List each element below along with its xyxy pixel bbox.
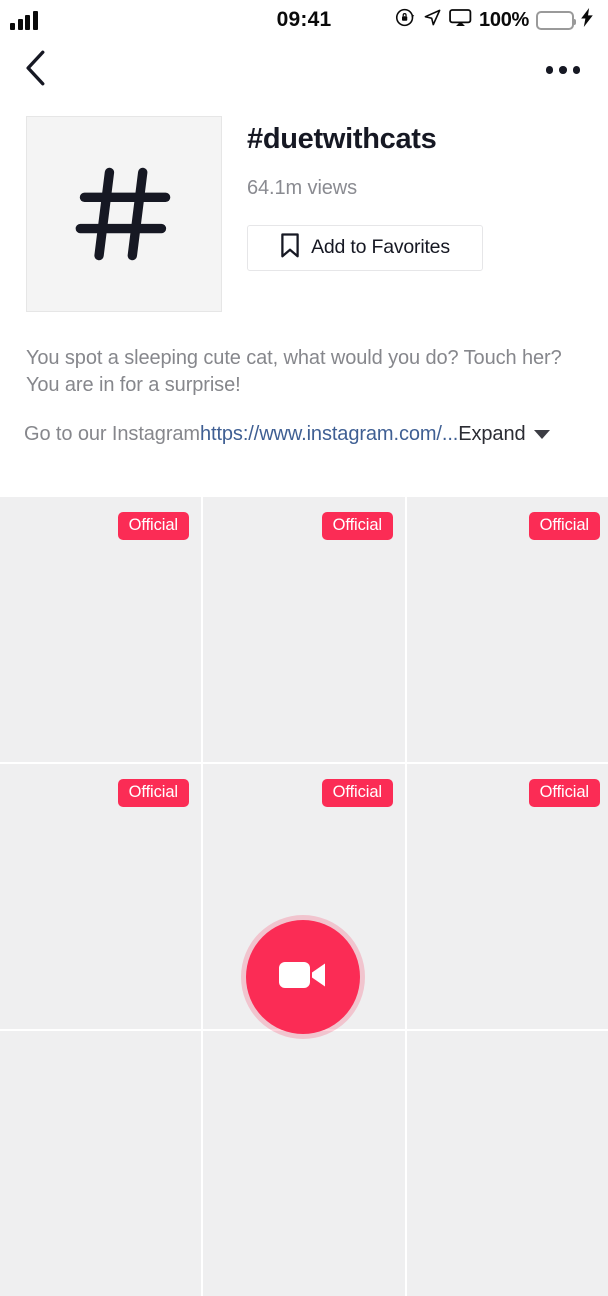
video-cell[interactable] [0, 1031, 201, 1296]
link-prefix-text: Go to our Instagram [24, 423, 200, 445]
status-bar: 09:41 100% [0, 0, 608, 40]
video-cell[interactable]: Official [407, 497, 608, 762]
more-horizontal-icon-dot-1 [545, 66, 553, 74]
video-cell[interactable] [407, 1031, 608, 1296]
video-cell[interactable]: Official [0, 764, 201, 1029]
more-horizontal-icon-dot-3 [572, 66, 580, 74]
official-badge: Official [117, 779, 189, 807]
rotation-lock-icon [395, 7, 416, 33]
official-badge: Official [321, 512, 393, 540]
navigation-bar [0, 40, 608, 100]
video-cell[interactable]: Official [203, 497, 405, 762]
more-horizontal-icon-dot-2 [559, 66, 567, 74]
airplay-screen-icon [449, 8, 472, 33]
back-button[interactable] [24, 50, 54, 91]
expand-button[interactable]: Expand [458, 421, 550, 447]
video-camera-icon [279, 958, 327, 997]
status-bar-right-icons: 100% [395, 7, 594, 33]
record-video-button[interactable] [246, 920, 360, 1034]
official-badge: Official [117, 512, 189, 540]
official-badge: Official [321, 779, 393, 807]
battery-percent-label: 100% [479, 8, 529, 31]
battery-full-icon [536, 10, 576, 30]
signal-bar-2 [17, 19, 23, 30]
instagram-link[interactable]: https://www.instagram.com/... [200, 421, 458, 447]
chevron-left-icon [24, 50, 48, 91]
video-cell[interactable] [203, 1031, 405, 1296]
signal-bar-3 [25, 15, 30, 30]
signal-bar-4 [32, 11, 38, 30]
page-title: #duetwithcats [247, 123, 437, 155]
official-badge: Official [528, 512, 600, 540]
hashtag-profile-header: #duetwithcats 64.1m views Add to Favorit… [0, 100, 608, 312]
lightning-bolt-icon [581, 8, 594, 32]
video-cell[interactable]: Official [0, 497, 201, 762]
signal-bars-icon [10, 10, 38, 30]
hashtag-info: #duetwithcats 64.1m views Add to Favorit… [222, 116, 483, 312]
chevron-down-icon [533, 429, 550, 439]
hashtag-avatar [26, 116, 222, 312]
hashtag-link-line: Go to our Instagram https://www.instagra… [0, 421, 608, 447]
hashtag-icon [72, 162, 176, 266]
more-options-button[interactable] [544, 60, 583, 80]
expand-label: Expand [458, 423, 526, 445]
signal-bar-1 [10, 23, 15, 30]
location-arrow-icon [423, 8, 442, 32]
hashtag-description: You spot a sleeping cute cat, what would… [26, 347, 562, 396]
bookmark-icon [280, 233, 300, 263]
add-to-favorites-button[interactable]: Add to Favorites [247, 224, 483, 271]
add-to-favorites-label: Add to Favorites [311, 236, 450, 259]
official-badge: Official [528, 779, 600, 807]
video-cell[interactable]: Official [407, 764, 608, 1029]
view-count: 64.1m views [247, 176, 358, 199]
